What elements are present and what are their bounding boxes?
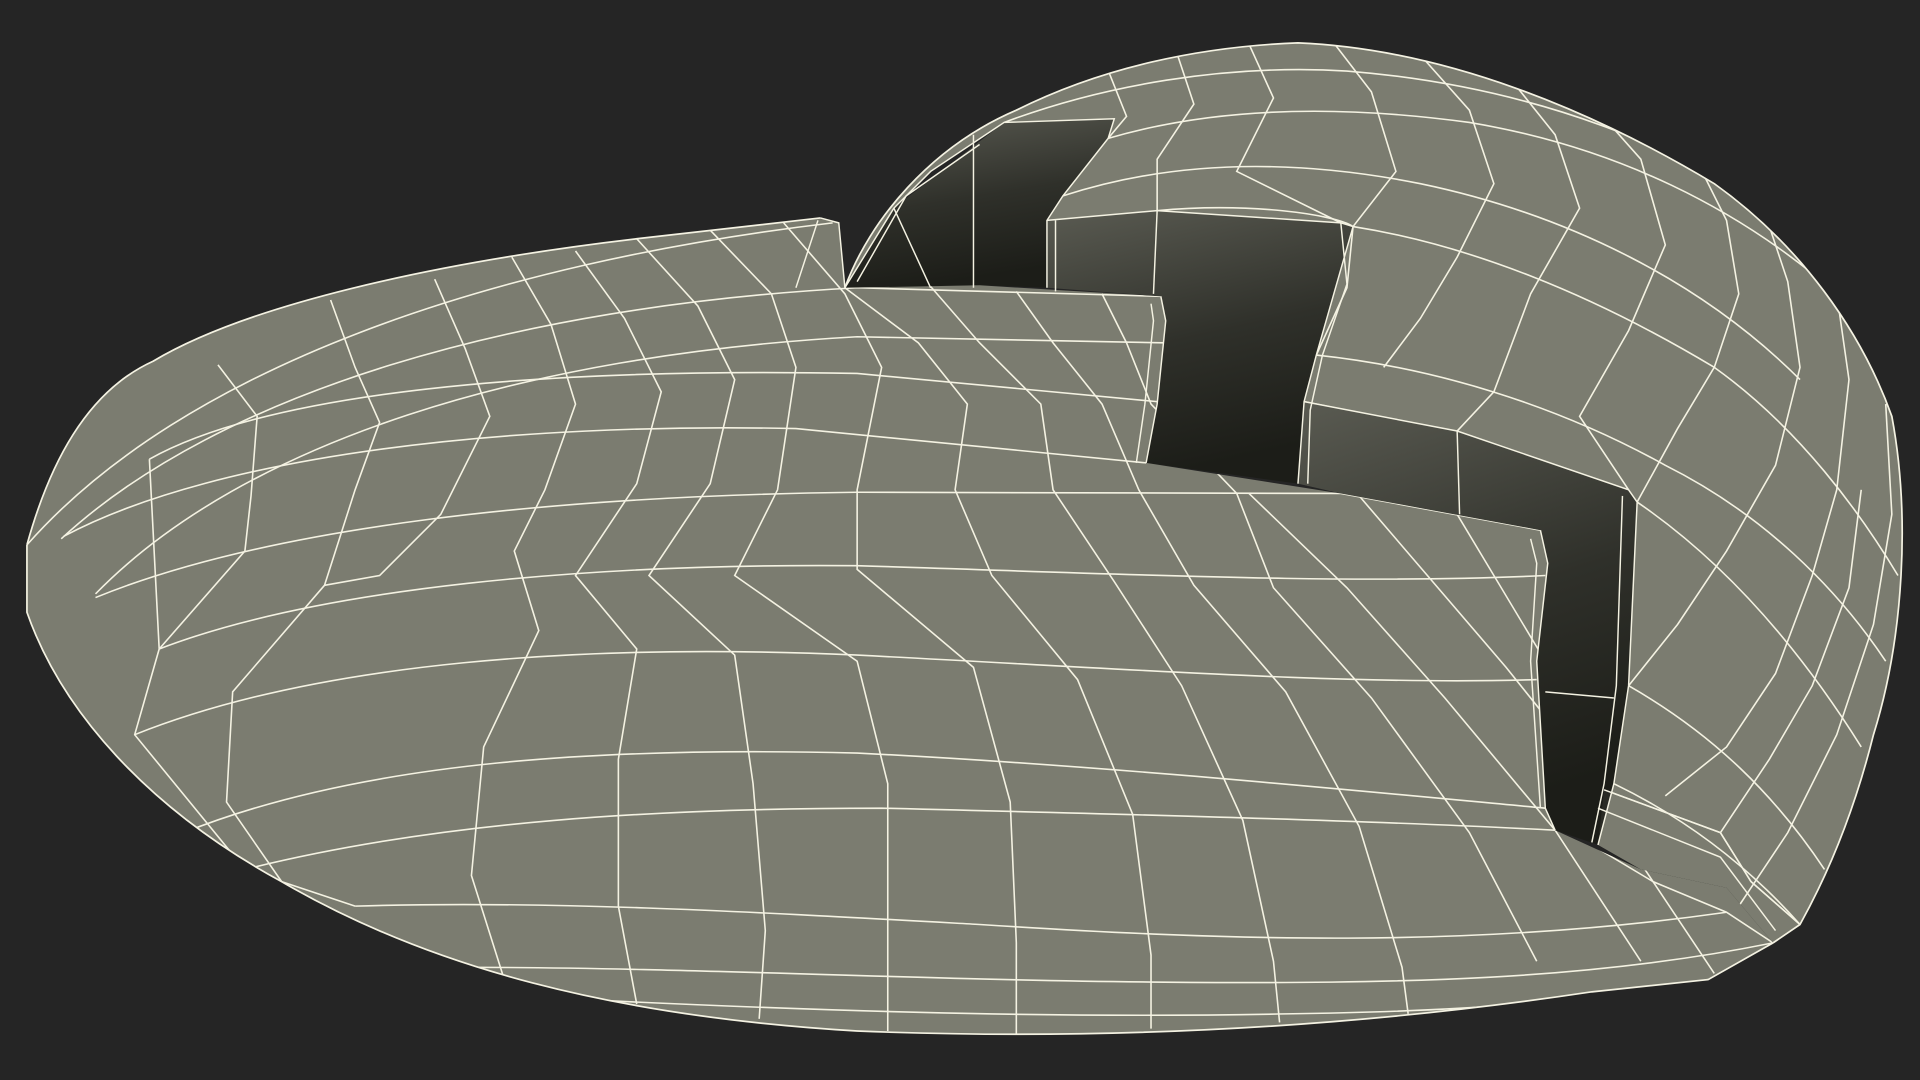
heart-render-svg — [0, 0, 1920, 1080]
render-viewport — [0, 0, 1920, 1080]
